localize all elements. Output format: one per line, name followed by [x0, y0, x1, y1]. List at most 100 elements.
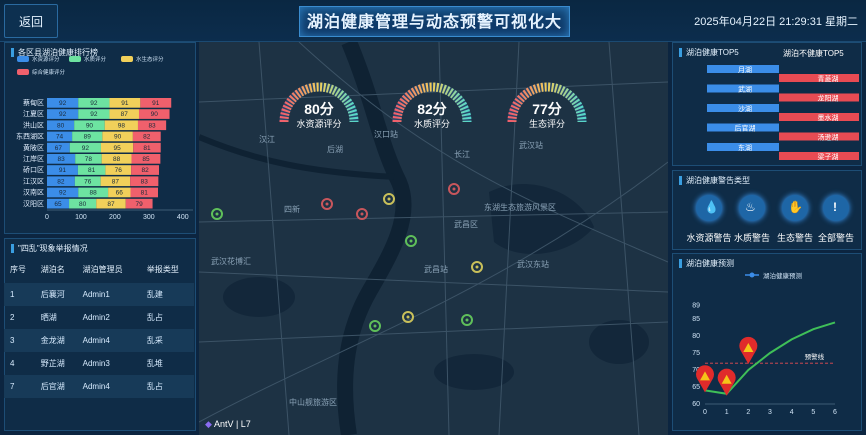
bar-value-label: 92	[59, 100, 67, 107]
bar-value-label: 81	[143, 145, 151, 152]
legend-swatch	[69, 56, 81, 62]
gauge-label: 生态评分	[528, 119, 565, 129]
bar-value-label: 76	[115, 167, 123, 174]
legend-label: 水生态评分	[136, 55, 164, 63]
cell-type: 乱占	[146, 313, 163, 322]
category-label: 汉阳区	[23, 199, 44, 208]
alert-icon[interactable]: !	[823, 195, 849, 221]
ecology-hands-icon[interactable]: ✋	[782, 195, 808, 221]
gauge-ecology: 77分 生态评分	[502, 72, 592, 132]
x-tick-label: 6	[833, 409, 837, 416]
cell-admin: Admin4	[76, 329, 141, 352]
bar-value-label: 66	[116, 190, 124, 197]
cell-index: 2	[10, 313, 15, 322]
bar-value-label: 82	[57, 178, 65, 185]
category-label: 江汉区	[23, 177, 44, 185]
map-label: 中山舰旅游区	[289, 397, 337, 407]
legend-marker	[749, 272, 755, 278]
healthy-lake-label: 后官湖	[735, 124, 756, 133]
map-marker-dot	[409, 239, 413, 243]
bar-value-label: 92	[82, 145, 90, 152]
unhealthy-lake-label: 汤逊湖	[818, 133, 839, 142]
cell-lake: 后官湖	[34, 375, 77, 398]
bar-value-label: 91	[121, 100, 129, 107]
map-marker-dot	[373, 324, 377, 328]
water-drop-icon[interactable]: 💧	[696, 195, 722, 221]
map-marker-dot	[406, 315, 410, 319]
bar-value-label: 92	[90, 100, 98, 107]
unhealthy-lake-label: 青菱湖	[818, 74, 839, 83]
bar-value-label: 91	[152, 100, 160, 107]
gauge-water-resource: 80分 水资源评分	[274, 72, 364, 132]
datetime-display: 2025年04月22日 21:29:31 星期二	[694, 16, 858, 28]
column-header: 举报类型	[146, 264, 179, 274]
map-label: 长江	[454, 149, 470, 159]
bar-value-label: 76	[84, 178, 92, 185]
bar-value-label: 90	[151, 111, 159, 118]
unhealthy-lake-label: 梁子湖	[818, 152, 839, 161]
bar-value-label: 87	[112, 178, 120, 185]
bar-value-label: 98	[118, 122, 126, 129]
table-row[interactable]: 2 晒湖 Admin2 乱占	[4, 306, 194, 329]
cell-lake: 金龙湖	[34, 329, 77, 352]
bar-value-label: 88	[113, 156, 121, 163]
table-row[interactable]: 3 金龙湖 Admin4 乱采	[4, 329, 194, 352]
x-tick-label: 1	[725, 409, 729, 416]
bar-value-label: 80	[79, 201, 87, 208]
gauge-value: 82分	[417, 101, 447, 117]
bar-value-label: 90	[114, 134, 122, 141]
page-title: 湖泊健康管理与动态预警可视化大屏	[299, 6, 570, 62]
gauge-label: 水质评分	[413, 119, 450, 129]
x-tick-label: 400	[177, 214, 189, 221]
legend-label: 水质评分	[84, 55, 107, 63]
map-label: 四新	[284, 204, 300, 214]
bar-value-label: 79	[136, 201, 144, 208]
x-tick-label: 3	[768, 409, 772, 416]
map-label: 后湖	[327, 144, 343, 154]
healthy-lake-label: 月湖	[738, 65, 752, 74]
bar-value-label: 74	[56, 134, 64, 141]
bar-value-label: 83	[148, 122, 156, 129]
gauge-label: 水资源评分	[296, 119, 342, 129]
bar-value-label: 82	[143, 134, 151, 141]
map-attribution: ◆ AntV | L7	[205, 419, 251, 430]
gauge-water-quality: 82分 水质评分	[387, 72, 477, 132]
bar-value-label: 95	[113, 145, 121, 152]
water-quality-icon[interactable]: ♨	[739, 195, 765, 221]
y-tick-label: 85	[692, 316, 700, 323]
x-tick-label: 100	[75, 214, 87, 221]
cell-lake: 晒湖	[40, 313, 57, 322]
table-row[interactable]: 1 后襄河 Admin1 乱建	[4, 283, 194, 306]
warning-type-label[interactable]: 全部警告	[811, 231, 861, 244]
cell-type: 乱建	[140, 283, 194, 306]
table-row[interactable]: 4 野芷湖 Admin3 乱堆	[4, 352, 194, 375]
map-label: 武汉东站	[517, 259, 549, 269]
back-button[interactable]: 返回	[4, 4, 58, 38]
top-header: 返回 湖泊健康管理与动态预警可视化大屏 2025年04月22日 21:29:31…	[0, 0, 866, 62]
x-tick-label: 300	[143, 214, 155, 221]
table-row[interactable]: 7 后官湖 Admin4 乱占	[4, 375, 194, 398]
bar-value-label: 80	[57, 122, 65, 129]
map-view[interactable]: 汉口站 武昌站 武汉站 东湖生态旅游风景区 武汉东站 武汉花博汇 中山舰旅游区 …	[199, 42, 668, 435]
map-label: 武汉站	[519, 140, 543, 150]
category-label: 硚口区	[23, 166, 44, 174]
forecast-chart: 湖泊健康预测606570758085890 1 2 3 4 5 6预警线	[692, 271, 837, 416]
cell-index: 1	[4, 283, 35, 306]
healthy-lake-label: 东湖	[738, 143, 752, 152]
y-tick-label: 75	[692, 350, 700, 357]
x-tick-label: 200	[109, 214, 121, 221]
legend-label: 水资源评分	[32, 55, 60, 63]
bar-value-label: 65	[54, 201, 62, 208]
bar-value-label: 89	[84, 134, 92, 141]
bar-value-label: 90	[86, 122, 94, 129]
category-label: 洪山区	[23, 120, 44, 129]
bar-value-label: 83	[57, 156, 65, 163]
reports-header-row: 序号 湖泊名 湖泊管理员 举报类型	[4, 255, 194, 283]
cell-index: 7	[4, 375, 35, 398]
top5-chart: 月湖武湖沙湖后官湖东湖 青菱湖龙阳湖墨水湖汤逊湖梁子湖	[707, 65, 859, 161]
category-label: 东西湖区	[16, 132, 44, 141]
bar-value-label: 81	[88, 167, 96, 174]
reports-title: "四乱"现象举报情况	[11, 244, 88, 253]
healthy-lake-label: 武湖	[738, 85, 752, 94]
bar-value-label: 91	[59, 167, 67, 174]
